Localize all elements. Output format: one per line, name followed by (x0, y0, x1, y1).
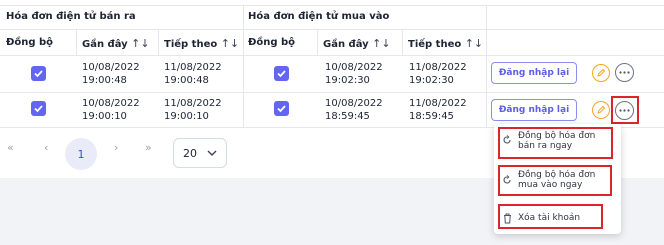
check-icon (34, 70, 43, 78)
sort-icon[interactable]: ↑↓ (372, 37, 390, 50)
time-text: 19:00:48 (82, 75, 127, 86)
first-page-button[interactable]: « (7, 141, 14, 154)
column-header-label: Gần đây (82, 39, 128, 50)
sort-icon[interactable]: ↑↓ (221, 37, 239, 50)
last-page-button[interactable]: » (145, 141, 152, 154)
sort-icon[interactable]: ↑↓ (131, 37, 149, 50)
sync-checkbox[interactable] (31, 66, 46, 81)
page-size-select[interactable]: 20 (173, 138, 227, 168)
pencil-icon (597, 68, 606, 77)
group-header-purchase: Hóa đơn điện tử mua vào (248, 11, 390, 22)
ellipsis-icon (619, 71, 630, 74)
group-header-divider (0, 29, 664, 30)
column-divider (158, 29, 159, 55)
sync-time-cell: 11/08/2022 19:00:10 (164, 97, 222, 123)
row-divider (0, 92, 664, 93)
relogin-button[interactable]: Đăng nhập lại (491, 62, 577, 84)
table-top-border (0, 5, 664, 6)
group-header-sales: Hóa đơn điện tử bán ra (6, 11, 136, 22)
time-text: 18:59:45 (325, 111, 370, 122)
column-header-next[interactable]: Tiếp theo ↑↓ (408, 37, 483, 50)
column-header-sync: Đồng bộ (6, 37, 54, 48)
check-icon (277, 70, 286, 78)
time-text: 19:00:10 (164, 111, 209, 122)
highlight-box (611, 96, 639, 124)
check-icon (34, 105, 43, 113)
sync-time-cell: 10/08/2022 19:00:48 (82, 61, 140, 87)
sync-time-cell: 10/08/2022 18:59:45 (325, 97, 383, 123)
date-text: 11/08/2022 (164, 98, 222, 109)
time-text: 19:02:30 (409, 75, 454, 86)
column-header-label: Gần đây (323, 39, 369, 50)
date-text: 10/08/2022 (82, 62, 140, 73)
date-text: 11/08/2022 (409, 62, 467, 73)
sort-icon[interactable]: ↑↓ (465, 37, 483, 50)
sync-checkbox[interactable] (274, 66, 289, 81)
highlight-box (498, 204, 603, 229)
time-text: 19:00:10 (82, 111, 127, 122)
time-text: 18:59:45 (409, 111, 454, 122)
next-page-button[interactable]: › (114, 141, 118, 154)
date-text: 11/08/2022 (409, 98, 467, 109)
column-divider (317, 29, 318, 55)
more-options-button[interactable] (615, 63, 634, 82)
column-header-recent[interactable]: Gần đây ↑↓ (323, 37, 391, 50)
edit-button[interactable] (592, 64, 610, 82)
date-text: 10/08/2022 (82, 98, 140, 109)
column-header-next[interactable]: Tiếp theo ↑↓ (164, 37, 239, 50)
chevron-down-icon (207, 150, 217, 156)
page-1-button[interactable]: 1 (65, 138, 97, 170)
column-divider (402, 29, 403, 55)
highlight-box (498, 127, 613, 159)
time-text: 19:02:30 (325, 75, 370, 86)
date-text: 11/08/2022 (164, 62, 222, 73)
page-size-value: 20 (183, 147, 197, 160)
sync-time-cell: 11/08/2022 19:02:30 (409, 61, 467, 87)
sync-checkbox[interactable] (31, 101, 46, 116)
column-header-recent[interactable]: Gần đây ↑↓ (82, 37, 150, 50)
relogin-button[interactable]: Đăng nhập lại (491, 99, 577, 121)
header-divider (0, 55, 664, 56)
sync-time-cell: 10/08/2022 19:02:30 (325, 61, 383, 87)
time-text: 19:00:48 (164, 75, 209, 86)
date-text: 10/08/2022 (325, 98, 383, 109)
group-divider (486, 5, 487, 127)
sync-time-cell: 11/08/2022 19:00:48 (164, 61, 222, 87)
prev-page-button[interactable]: ‹ (44, 141, 48, 154)
edit-button[interactable] (592, 101, 610, 119)
column-header-sync: Đồng bộ (248, 37, 296, 48)
group-divider (243, 5, 244, 127)
column-header-label: Tiếp theo (408, 39, 462, 50)
column-header-label: Tiếp theo (164, 39, 218, 50)
check-icon (277, 105, 286, 113)
column-divider (76, 29, 77, 55)
sync-time-cell: 11/08/2022 18:59:45 (409, 97, 467, 123)
sync-time-cell: 10/08/2022 19:00:10 (82, 97, 140, 123)
highlight-box (498, 165, 612, 196)
pencil-icon (597, 105, 606, 114)
sync-checkbox[interactable] (274, 101, 289, 116)
date-text: 10/08/2022 (325, 62, 383, 73)
